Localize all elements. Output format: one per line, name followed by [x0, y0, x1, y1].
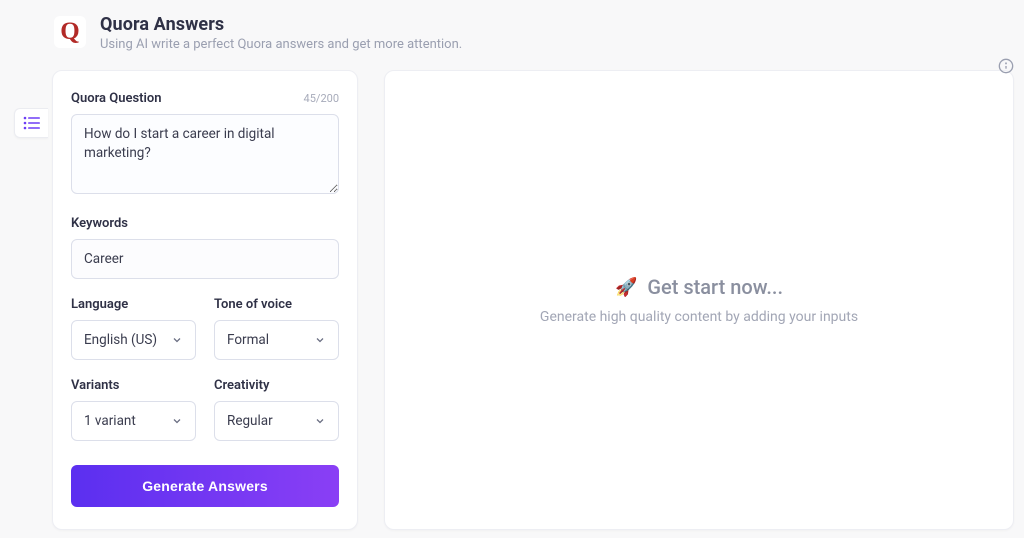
side-list-toggle[interactable]: [14, 108, 48, 138]
quora-logo-letter: Q: [60, 19, 79, 46]
output-placeholder-title: 🚀 Get start now...: [615, 275, 783, 299]
output-title-text: Get start now...: [647, 275, 783, 299]
chevron-down-icon: [171, 334, 183, 346]
variants-label: Variants: [71, 378, 119, 393]
page-subtitle: Using AI write a perfect Quora answers a…: [100, 37, 462, 52]
question-input[interactable]: How do I start a career in digital marke…: [71, 114, 339, 194]
header-text: Quora Answers Using AI write a perfect Q…: [100, 14, 462, 52]
field-tone: Tone of voice Formal: [214, 297, 339, 360]
field-creativity: Creativity Regular: [214, 378, 339, 441]
variants-select[interactable]: 1 variant: [71, 401, 196, 441]
tone-label: Tone of voice: [214, 297, 292, 312]
chevron-down-icon: [171, 415, 183, 427]
field-language: Language English (US): [71, 297, 196, 360]
field-keywords: Keywords: [71, 216, 339, 279]
question-counter: 45/200: [304, 92, 339, 105]
creativity-value: Regular: [227, 413, 273, 429]
language-value: English (US): [84, 332, 157, 348]
generate-button[interactable]: Generate Answers: [71, 465, 339, 507]
chevron-down-icon: [314, 334, 326, 346]
field-question: Quora Question 45/200 How do I start a c…: [71, 91, 339, 198]
tone-value: Formal: [227, 332, 269, 348]
quora-logo: Q: [54, 16, 86, 48]
output-card: 🚀 Get start now... Generate high quality…: [384, 70, 1014, 530]
page-header: Q Quora Answers Using AI write a perfect…: [0, 0, 1024, 52]
chevron-down-icon: [314, 415, 326, 427]
list-icon: [23, 116, 41, 130]
form-card: Quora Question 45/200 How do I start a c…: [52, 70, 358, 530]
keywords-input[interactable]: [71, 239, 339, 279]
output-placeholder-subtitle: Generate high quality content by adding …: [540, 309, 858, 325]
creativity-label: Creativity: [214, 378, 270, 393]
question-label: Quora Question: [71, 91, 162, 106]
page-title: Quora Answers: [100, 14, 462, 35]
info-icon[interactable]: [998, 58, 1014, 78]
main-layout: Quora Question 45/200 How do I start a c…: [0, 52, 1024, 530]
creativity-select[interactable]: Regular: [214, 401, 339, 441]
language-select[interactable]: English (US): [71, 320, 196, 360]
variants-value: 1 variant: [84, 413, 136, 429]
field-variants: Variants 1 variant: [71, 378, 196, 441]
tone-select[interactable]: Formal: [214, 320, 339, 360]
rocket-icon: 🚀: [615, 277, 637, 298]
language-label: Language: [71, 297, 128, 312]
keywords-label: Keywords: [71, 216, 128, 231]
